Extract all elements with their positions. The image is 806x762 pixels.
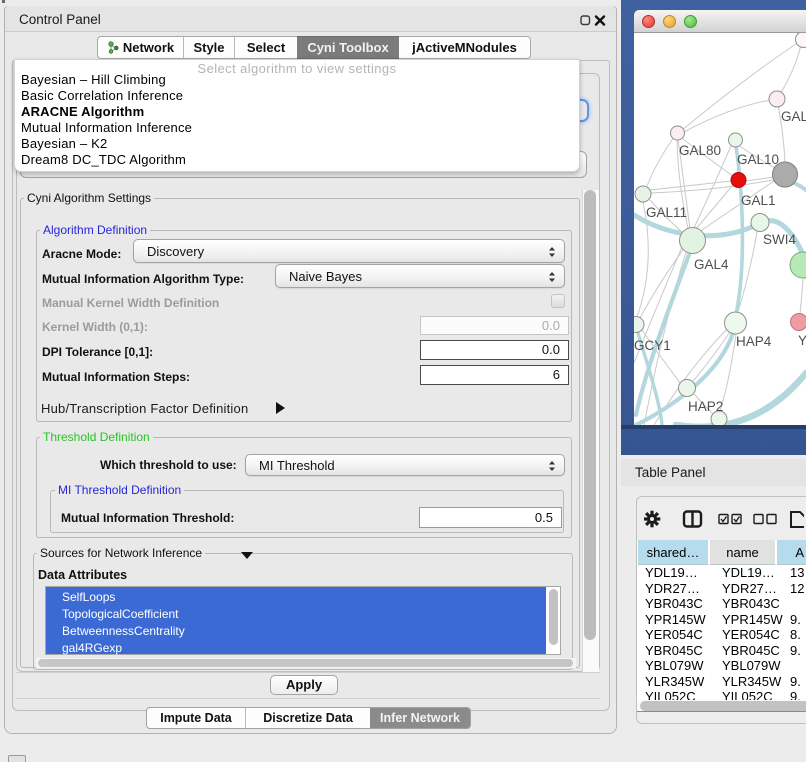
svg-text:HAP4: HAP4 <box>736 334 772 349</box>
svg-text:GAL80: GAL80 <box>679 143 721 158</box>
svg-text:GCY1: GCY1 <box>634 338 671 353</box>
svg-text:GAL11: GAL11 <box>646 205 687 220</box>
svg-text:GAL10: GAL10 <box>737 152 779 167</box>
svg-text:GAL1: GAL1 <box>741 193 776 208</box>
svg-text:SWI4: SWI4 <box>763 232 796 247</box>
svg-text:Y: Y <box>798 333 806 348</box>
svg-text:GAL4: GAL4 <box>694 257 729 272</box>
svg-text:GAL2: GAL2 <box>781 109 806 124</box>
svg-text:HAP2: HAP2 <box>688 399 723 414</box>
